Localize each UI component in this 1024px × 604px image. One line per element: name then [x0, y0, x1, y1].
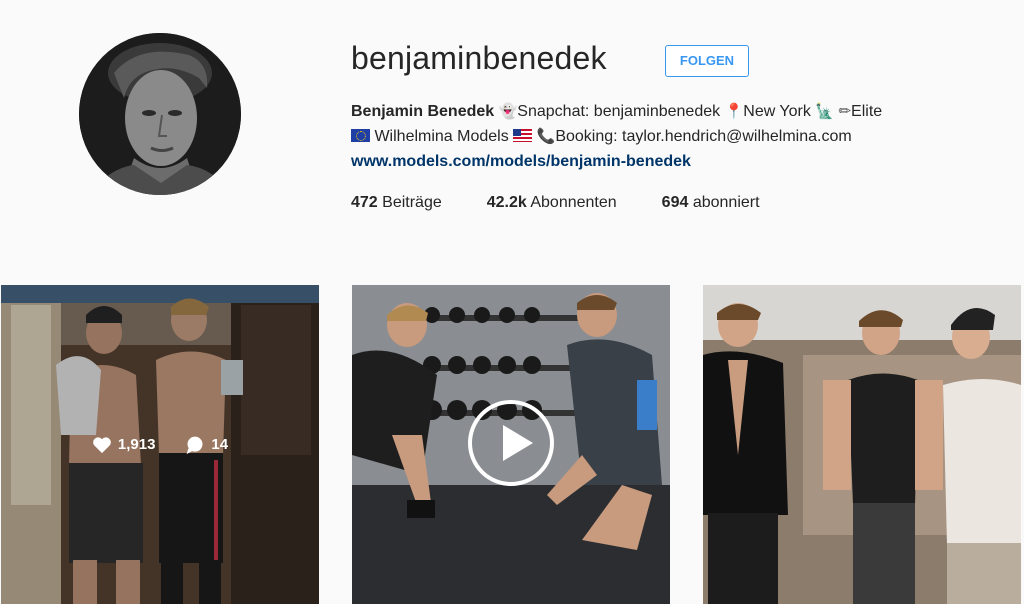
snapchat-ghost-icon: 👻: [498, 102, 518, 120]
post-tile[interactable]: 1,913 14: [1, 285, 319, 604]
profile-stats: 472 Beiträge 42.2k Abonnenten 694 abonni…: [351, 194, 805, 212]
statue-of-liberty-icon: 🗽: [815, 102, 834, 120]
heart-icon: [93, 436, 111, 453]
us-flag-icon: [513, 129, 533, 142]
pencil-icon: ✏: [838, 102, 852, 120]
comments-count: 14: [185, 435, 228, 455]
bio-snapchat: Snapchat: benjaminbenedek: [517, 103, 721, 120]
stat-following[interactable]: 694 abonniert: [662, 194, 760, 212]
post-hover-stats: 1,913 14: [1, 285, 319, 604]
bio-agency-2: Wilhelmina Models: [374, 128, 509, 145]
eu-flag-icon: [351, 129, 370, 142]
full-name: Benjamin Benedek: [351, 103, 495, 120]
stat-followers[interactable]: 42.2k Abonnenten: [487, 194, 617, 212]
follow-button[interactable]: FOLGEN: [665, 45, 749, 77]
profile-avatar: [79, 33, 241, 195]
likes-count: 1,913: [92, 436, 155, 454]
post-tile-video[interactable]: [352, 285, 670, 604]
stat-posts: 472 Beiträge: [351, 194, 442, 211]
play-video-button[interactable]: [468, 400, 554, 486]
post-tile[interactable]: [703, 285, 1021, 604]
bio-line-1: Benjamin Benedek 👻Snapchat: benjaminbene…: [351, 99, 1011, 124]
phone-icon: 📞: [536, 127, 556, 145]
bio-booking: Booking: taylor.hendrich@wilhelmina.com: [555, 128, 852, 145]
comment-bubble-icon: [187, 436, 203, 454]
bio-location: New York: [743, 103, 811, 120]
profile-username: benjaminbenedek: [351, 40, 607, 76]
profile-bio: Benjamin Benedek 👻Snapchat: benjaminbene…: [351, 99, 1011, 174]
bio-agency-1: Elite: [851, 103, 883, 120]
profile-website-link[interactable]: www.models.com/models/benjamin-benedek: [351, 149, 691, 174]
location-pin-icon: 📍: [724, 102, 744, 120]
bio-line-2: Wilhelmina Models 📞Booking: taylor.hendr…: [351, 124, 1011, 149]
